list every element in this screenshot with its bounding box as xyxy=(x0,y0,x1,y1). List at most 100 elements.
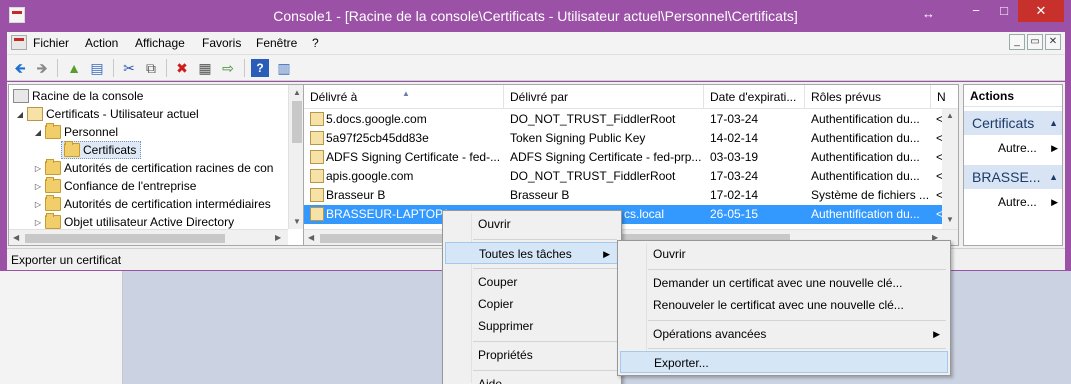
menu-fichier[interactable]: Fichier xyxy=(33,36,69,50)
tree-item-root-ca[interactable]: ▷ Autorités de certification racines de … xyxy=(33,159,273,177)
folder-icon xyxy=(45,159,61,175)
scroll-thumb[interactable] xyxy=(292,101,302,143)
show-hide-tree-icon[interactable]: ▤ xyxy=(88,59,106,77)
scroll-right-icon[interactable]: ▶ xyxy=(275,233,281,242)
cut-icon[interactable]: ✂ xyxy=(120,59,138,77)
cell-issued-to: ADFS Signing Certificate - fed-... xyxy=(326,150,501,164)
menu-item-help[interactable]: Aide xyxy=(445,373,619,384)
column-header-roles[interactable]: Rôles prévus xyxy=(805,85,931,109)
menu-help[interactable]: ? xyxy=(312,36,319,50)
table-row[interactable]: Brasseur B Brasseur B 17-02-14 Système d… xyxy=(304,186,944,205)
folder-icon xyxy=(45,213,61,229)
copy-icon[interactable]: ⧉ xyxy=(142,59,160,77)
table-row[interactable]: apis.google.com DO_NOT_TRUST_FiddlerRoot… xyxy=(304,167,944,186)
folder-icon xyxy=(45,195,61,211)
collapse-caret-icon[interactable]: ▲ xyxy=(1049,111,1058,135)
cell-issued-to: 5.docs.google.com xyxy=(326,112,427,126)
tree-item-certificates-user[interactable]: ◢ Certificats - Utilisateur actuel xyxy=(15,105,199,123)
cell-roles: Authentification du... xyxy=(811,169,920,183)
expand-arrow-icon[interactable]: ▷ xyxy=(33,164,43,173)
menu-favoris[interactable]: Favoris xyxy=(202,36,241,50)
menu-affichage[interactable]: Affichage xyxy=(135,36,185,50)
mdi-close-button[interactable]: ✕ xyxy=(1045,34,1061,50)
collapse-arrow-icon[interactable]: ◢ xyxy=(15,110,25,119)
action-more-actions[interactable]: Autre... ▶ xyxy=(964,137,1062,159)
menu-item-label: Toutes les tâches xyxy=(479,247,572,261)
cell-roles: Authentification du... xyxy=(811,131,920,145)
back-arrow-icon[interactable]: 🡸 xyxy=(11,59,29,77)
tree-item-console-root[interactable]: Racine de la console xyxy=(11,87,143,105)
submenu-item-open[interactable]: Ouvrir xyxy=(620,243,948,265)
toolbar-separator xyxy=(113,59,114,77)
forward-arrow-icon[interactable]: 🡺 xyxy=(33,59,51,77)
action-more-actions[interactable]: Autre... ▶ xyxy=(964,191,1062,213)
maximize-button[interactable]: □ xyxy=(990,0,1018,22)
column-header-expiry[interactable]: Date d'expirati... xyxy=(704,85,805,109)
scroll-up-icon[interactable]: ▲ xyxy=(946,111,954,120)
tree-item-label: Autorités de certification intermédiaire… xyxy=(64,197,271,211)
cell-issued-to: apis.google.com xyxy=(326,169,414,183)
scroll-down-icon[interactable]: ▼ xyxy=(946,215,954,224)
all-tasks-submenu: Ouvrir Demander un certificat avec une n… xyxy=(617,240,951,376)
submenu-item-renew-new-key[interactable]: Renouveler le certificat avec une nouvel… xyxy=(620,294,948,316)
resize-icon: ↔ xyxy=(922,6,935,21)
table-row[interactable]: 5a97f25cb45dd83e Token Signing Public Ke… xyxy=(304,129,944,148)
tree-item-certificats[interactable]: Certificats xyxy=(61,141,142,159)
scroll-left-icon[interactable]: ◀ xyxy=(13,233,19,242)
submenu-arrow-icon: ▶ xyxy=(1051,197,1058,207)
close-button[interactable]: ✕ xyxy=(1018,0,1064,22)
table-row[interactable]: 5.docs.google.com DO_NOT_TRUST_FiddlerRo… xyxy=(304,110,944,129)
menu-action[interactable]: Action xyxy=(85,36,118,50)
tree-item-personnel[interactable]: ◢ Personnel xyxy=(33,123,118,141)
certificate-store-icon xyxy=(27,107,43,121)
menu-item-open[interactable]: Ouvrir xyxy=(445,213,619,235)
table-row[interactable]: ADFS Signing Certificate - fed-... ADFS … xyxy=(304,148,944,167)
scroll-left-icon[interactable]: ◀ xyxy=(308,233,314,242)
expand-arrow-icon[interactable]: ▷ xyxy=(33,218,43,227)
scroll-up-icon[interactable]: ▲ xyxy=(293,88,301,97)
actions-group-brasseur[interactable]: BRASSE... ▲ xyxy=(964,165,1062,189)
collapse-arrow-icon[interactable]: ◢ xyxy=(33,128,43,137)
menu-item-all-tasks[interactable]: Toutes les tâches ▶ xyxy=(445,242,619,264)
show-hide-action-pane-icon[interactable]: ▥ xyxy=(275,59,293,77)
mdi-minimize-button[interactable]: _ xyxy=(1009,34,1025,50)
column-header-issued-by[interactable]: Délivré par xyxy=(504,85,704,109)
scroll-down-icon[interactable]: ▼ xyxy=(293,217,301,226)
delete-icon[interactable]: ✖ xyxy=(173,59,191,77)
menu-bar: Fichier Action Affichage Favoris Fenêtre… xyxy=(7,32,1065,54)
mdi-restore-button[interactable]: ▭ xyxy=(1027,34,1043,50)
tree-vertical-scrollbar[interactable]: ▲ ▼ xyxy=(288,85,303,229)
minimize-button[interactable]: − xyxy=(962,0,990,22)
collapse-caret-icon[interactable]: ▲ xyxy=(1049,165,1058,189)
tree-horizontal-scrollbar[interactable]: ◀ ▶ xyxy=(9,229,288,245)
help-icon[interactable]: ? xyxy=(251,59,269,77)
title-bar[interactable]: Console1 - [Racine de la console\Certifi… xyxy=(0,0,1071,32)
export-list-icon[interactable]: ⇨ xyxy=(219,59,237,77)
column-header-n[interactable]: N xyxy=(931,85,958,109)
console-root-icon xyxy=(13,89,29,103)
tree-item-intermediate-ca[interactable]: ▷ Autorités de certification intermédiai… xyxy=(33,195,271,213)
table-row-selected[interactable]: BRASSEUR-LAPTOP.b cs.local 26-05-15 Auth… xyxy=(304,205,944,224)
toolbar: 🡸 🡺 ▲ ▤ ✂ ⧉ ✖ ▦ ⇨ ? ▥ xyxy=(7,54,1065,81)
expand-arrow-icon[interactable]: ▷ xyxy=(33,200,43,209)
menu-fenetre[interactable]: Fenêtre xyxy=(256,36,297,50)
properties-icon[interactable]: ▦ xyxy=(196,59,214,77)
menu-item-copy[interactable]: Copier xyxy=(445,293,619,315)
expand-arrow-icon[interactable]: ▷ xyxy=(33,182,43,191)
scroll-thumb[interactable] xyxy=(25,234,225,243)
cell-expiry: 17-02-14 xyxy=(710,188,759,202)
menu-item-properties[interactable]: Propriétés xyxy=(445,344,619,366)
submenu-item-advanced-operations[interactable]: Opérations avancées ▶ xyxy=(620,323,948,345)
column-header-issued-to[interactable]: Délivré à ▲ xyxy=(304,85,504,109)
menu-item-cut[interactable]: Couper xyxy=(445,271,619,293)
submenu-item-export[interactable]: Exporter... xyxy=(620,351,948,373)
tree-item-enterprise-trust[interactable]: ▷ Confiance de l'entreprise xyxy=(33,177,196,195)
document-icon[interactable] xyxy=(11,35,27,50)
tree-item-label: Autorités de certification racines de co… xyxy=(64,161,274,175)
submenu-item-request-new-key[interactable]: Demander un certificat avec une nouvelle… xyxy=(620,272,948,294)
up-folder-icon[interactable]: ▲ xyxy=(65,59,83,77)
menu-item-delete[interactable]: Supprimer xyxy=(445,315,619,337)
list-vertical-scrollbar[interactable]: ▲ ▼ xyxy=(942,109,958,229)
menu-separator xyxy=(648,269,946,270)
actions-group-certificats[interactable]: Certificats ▲ xyxy=(964,111,1062,135)
